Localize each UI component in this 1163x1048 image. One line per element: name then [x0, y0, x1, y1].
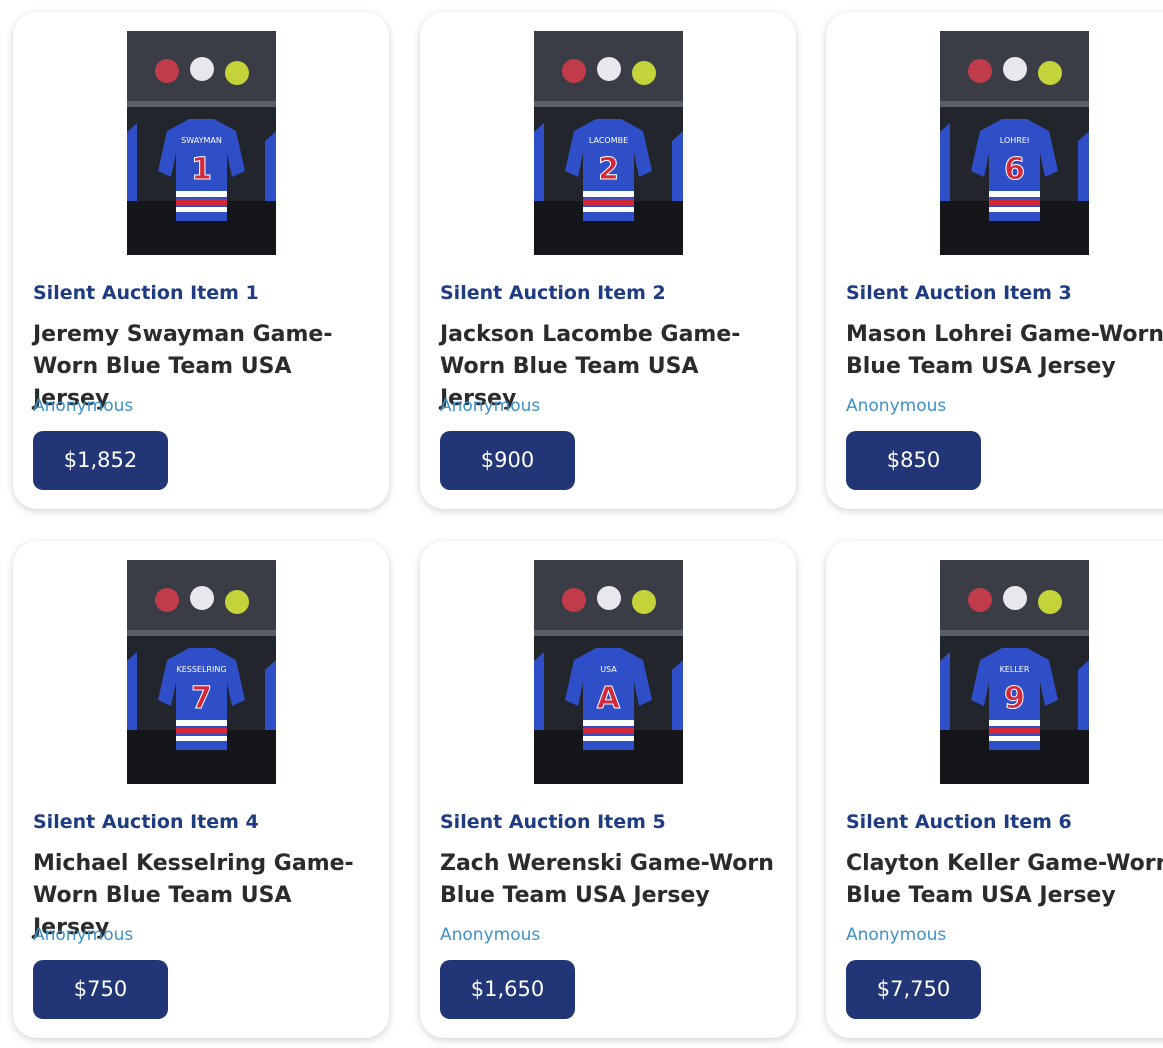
jersey-photo-icon: LOHREI 6: [940, 31, 1089, 255]
bid-amount-button[interactable]: $1,852: [33, 431, 168, 490]
bidder-name: Anonymous: [440, 925, 541, 945]
jersey-number-text: 9: [1004, 681, 1025, 716]
bidder-name: Anonymous: [33, 925, 134, 945]
jersey-photo[interactable]: LOHREI 6: [940, 31, 1089, 255]
jersey-number-text: 2: [598, 152, 619, 187]
auction-card[interactable]: USA A Silent Auction Item 5 Zach Werensk…: [420, 541, 796, 1038]
auction-card[interactable]: KESSELRING 7 Silent Auction Item 4 Micha…: [13, 541, 389, 1038]
item-label: Silent Auction Item 4: [33, 811, 259, 833]
auction-card[interactable]: SWAYMAN 1 Silent Auction Item 1 Jeremy S…: [13, 12, 389, 509]
bid-amount-button[interactable]: $7,750: [846, 960, 981, 1019]
jersey-number-text: 6: [1004, 152, 1025, 187]
jersey-name-text: USA: [600, 665, 617, 674]
bid-amount-button[interactable]: $850: [846, 431, 981, 490]
auction-card[interactable]: LOHREI 6 Silent Auction Item 3 Mason Loh…: [826, 12, 1163, 509]
bidder-name: Anonymous: [33, 396, 134, 416]
item-label: Silent Auction Item 3: [846, 282, 1072, 304]
bid-amount-button[interactable]: $750: [33, 960, 168, 1019]
jersey-number-text: A: [597, 681, 621, 716]
jersey-name-text: LACOMBE: [589, 136, 628, 145]
jersey-number-text: 7: [191, 681, 212, 716]
item-title[interactable]: Mason Lohrei Game-Worn Blue Team USA Jer…: [846, 319, 1163, 383]
bidder-name: Anonymous: [846, 396, 947, 416]
item-label: Silent Auction Item 2: [440, 282, 666, 304]
jersey-photo[interactable]: LACOMBE 2: [534, 31, 683, 255]
jersey-name-text: KESSELRING: [176, 665, 226, 674]
auction-card[interactable]: LACOMBE 2 Silent Auction Item 2 Jackson …: [420, 12, 796, 509]
item-label: Silent Auction Item 6: [846, 811, 1072, 833]
item-title[interactable]: Zach Werenski Game-Worn Blue Team USA Je…: [440, 848, 780, 912]
bid-amount-button[interactable]: $900: [440, 431, 575, 490]
item-title[interactable]: Clayton Keller Game-Worn Blue Team USA J…: [846, 848, 1163, 912]
jersey-photo-icon: KESSELRING 7: [127, 560, 276, 784]
auction-grid: SWAYMAN 1 Silent Auction Item 1 Jeremy S…: [0, 0, 1163, 1048]
jersey-name-text: KELLER: [1000, 665, 1030, 674]
auction-card[interactable]: KELLER 9 Silent Auction Item 6 Clayton K…: [826, 541, 1163, 1038]
jersey-photo-icon: KELLER 9: [940, 560, 1089, 784]
jersey-name-text: LOHREI: [1000, 136, 1029, 145]
jersey-photo-icon: LACOMBE 2: [534, 31, 683, 255]
bidder-name: Anonymous: [846, 925, 947, 945]
bid-amount-button[interactable]: $1,650: [440, 960, 575, 1019]
bidder-name: Anonymous: [440, 396, 541, 416]
jersey-photo-icon: USA A: [534, 560, 683, 784]
jersey-photo[interactable]: USA A: [534, 560, 683, 784]
jersey-number-text: 1: [191, 152, 212, 187]
jersey-photo-icon: SWAYMAN 1: [127, 31, 276, 255]
jersey-photo[interactable]: KESSELRING 7: [127, 560, 276, 784]
item-label: Silent Auction Item 5: [440, 811, 666, 833]
item-label: Silent Auction Item 1: [33, 282, 259, 304]
jersey-photo[interactable]: KELLER 9: [940, 560, 1089, 784]
jersey-photo[interactable]: SWAYMAN 1: [127, 31, 276, 255]
jersey-name-text: SWAYMAN: [181, 136, 222, 145]
